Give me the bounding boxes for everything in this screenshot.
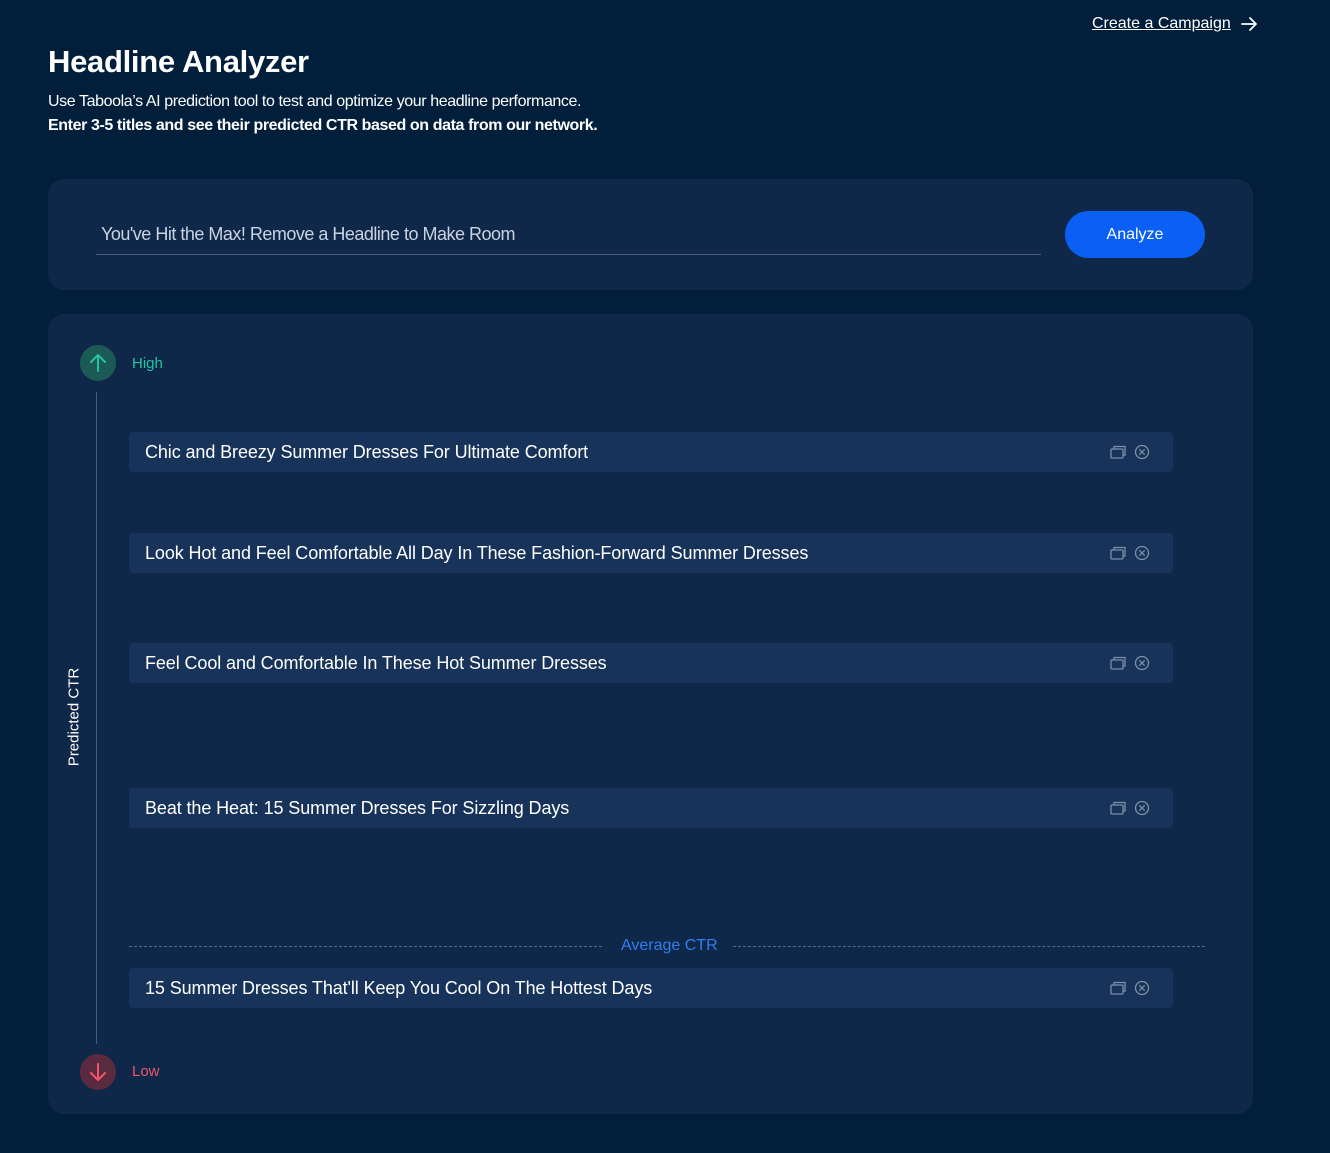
headline-row: Look Hot and Feel Comfortable All Day In…	[129, 533, 1173, 573]
headline-text: Feel Cool and Comfortable In These Hot S…	[145, 652, 607, 673]
headline-row: 15 Summer Dresses That'll Keep You Cool …	[129, 968, 1173, 1008]
page-description: Use Taboola’s AI prediction tool to test…	[48, 93, 582, 110]
copy-icon[interactable]	[1109, 979, 1127, 997]
row-actions	[1109, 544, 1151, 562]
arrow-right-icon	[1240, 17, 1257, 31]
average-dash-right	[733, 946, 1205, 947]
headline-input[interactable]	[96, 215, 1041, 255]
headline-row: Beat the Heat: 15 Summer Dresses For Siz…	[129, 788, 1173, 828]
copy-icon[interactable]	[1109, 654, 1127, 672]
headline-row: Feel Cool and Comfortable In These Hot S…	[129, 643, 1173, 683]
row-actions	[1109, 443, 1151, 461]
page-title: Headline Analyzer	[48, 44, 309, 79]
copy-icon[interactable]	[1109, 443, 1127, 461]
arrow-down-icon	[90, 1063, 106, 1081]
headline-row: Chic and Breezy Summer Dresses For Ultim…	[129, 432, 1173, 472]
row-actions	[1109, 979, 1151, 997]
average-ctr-divider: Average CTR	[129, 937, 1205, 954]
row-actions	[1109, 654, 1151, 672]
average-ctr-label: Average CTR	[621, 937, 718, 954]
close-circle-icon[interactable]	[1133, 654, 1151, 672]
high-label: High	[132, 355, 163, 372]
low-label: Low	[132, 1063, 160, 1080]
analyze-button[interactable]: Analyze	[1065, 211, 1205, 258]
copy-icon[interactable]	[1109, 544, 1127, 562]
copy-icon[interactable]	[1109, 799, 1127, 817]
row-actions	[1109, 799, 1151, 817]
create-campaign-label: Create a Campaign	[1092, 15, 1231, 32]
headline-text: Look Hot and Feel Comfortable All Day In…	[145, 542, 809, 563]
headline-input-card: Analyze	[48, 179, 1253, 290]
close-circle-icon[interactable]	[1133, 799, 1151, 817]
headline-text: 15 Summer Dresses That'll Keep You Cool …	[145, 977, 653, 998]
low-indicator	[80, 1054, 116, 1090]
page-instructions: Enter 3-5 titles and see their predicted…	[48, 117, 598, 134]
close-circle-icon[interactable]	[1133, 443, 1151, 461]
create-campaign-link[interactable]: Create a Campaign	[1092, 14, 1259, 34]
results-card: High Predicted CTR Chic and Breezy Summe…	[48, 314, 1253, 1114]
headline-text: Chic and Breezy Summer Dresses For Ultim…	[145, 441, 589, 462]
close-circle-icon[interactable]	[1133, 979, 1151, 997]
high-indicator	[80, 345, 116, 381]
close-circle-icon[interactable]	[1133, 544, 1151, 562]
headline-text: Beat the Heat: 15 Summer Dresses For Siz…	[145, 797, 570, 818]
axis-title-text: Predicted CTR	[65, 667, 83, 767]
average-dash-left	[129, 946, 602, 947]
ctr-axis-line	[96, 392, 97, 1044]
arrow-up-icon	[90, 354, 106, 372]
